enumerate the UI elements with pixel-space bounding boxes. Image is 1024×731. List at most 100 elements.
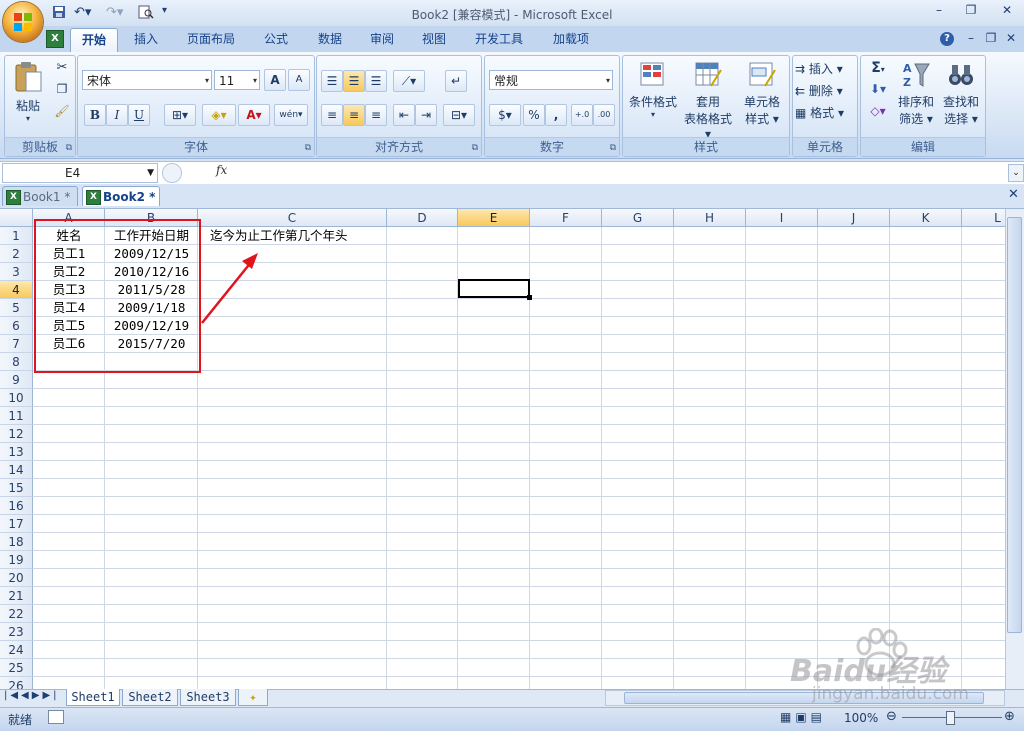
decrease-indent-icon[interactable]: ⇤	[393, 104, 415, 126]
sort-filter-button[interactable]: AZ 排序和 筛选 ▾	[895, 60, 937, 127]
orientation-icon[interactable]: ⟋▾	[393, 70, 425, 92]
tab-add-ins[interactable]: 加载项	[544, 28, 598, 50]
tab-page-layout[interactable]: 页面布局	[180, 28, 242, 50]
alignment-launcher-icon[interactable]: ⧉	[472, 143, 478, 153]
column-header-k[interactable]: K	[890, 209, 962, 227]
column-header-f[interactable]: F	[530, 209, 602, 227]
accounting-format-icon[interactable]: $▾	[489, 104, 521, 126]
grow-font-button[interactable]: A	[264, 69, 286, 91]
workbook-tab-book2[interactable]: X Book2 *	[82, 186, 160, 206]
row-header-19[interactable]: 19	[0, 551, 33, 569]
help-icon[interactable]: ?	[940, 32, 954, 46]
row-header-5[interactable]: 5	[0, 299, 33, 317]
autosum-button[interactable]: Σ▾	[865, 60, 891, 76]
row-header-24[interactable]: 24	[0, 641, 33, 659]
delete-cells-button[interactable]: ⇇ 删除 ▾	[795, 82, 855, 99]
active-cell-cursor[interactable]	[458, 279, 532, 300]
align-top-icon[interactable]: ☰	[321, 70, 343, 92]
row-header-4[interactable]: 4	[0, 281, 33, 299]
formula-bar-resize-handle[interactable]	[162, 163, 182, 183]
close-workbook-icon[interactable]: ✕	[1008, 187, 1019, 202]
format-painter-icon[interactable]: 🖌	[53, 104, 71, 118]
paste-button[interactable]: 粘贴 ▾	[9, 60, 47, 130]
row-header-21[interactable]: 21	[0, 587, 33, 605]
increase-indent-icon[interactable]: ⇥	[415, 104, 437, 126]
row-header-9[interactable]: 9	[0, 371, 33, 389]
underline-button[interactable]: U	[128, 104, 150, 126]
select-all-corner[interactable]	[0, 209, 33, 227]
align-center-icon[interactable]: ≡	[343, 104, 365, 126]
clipboard-launcher-icon[interactable]: ⧉	[66, 143, 72, 153]
worksheet-grid[interactable]: A B C D E F G H I J K L 1 2 3 4 5 6 7 8 9 10 11 12 13 14 15 16 17 18 1…	[0, 209, 1005, 689]
phonetic-guide-button[interactable]: wén▾	[274, 104, 308, 126]
bold-button[interactable]: B	[84, 104, 106, 126]
row-header-14[interactable]: 14	[0, 461, 33, 479]
sheet-tab-sheet3[interactable]: Sheet3	[180, 689, 236, 706]
row-header-13[interactable]: 13	[0, 443, 33, 461]
row-header-18[interactable]: 18	[0, 533, 33, 551]
row-header-17[interactable]: 17	[0, 515, 33, 533]
align-middle-icon[interactable]: ☰	[343, 70, 365, 92]
number-format-combo[interactable]: 常规 ▾	[489, 70, 613, 90]
office-button[interactable]	[3, 2, 43, 42]
column-header-g[interactable]: G	[602, 209, 674, 227]
shrink-font-button[interactable]: A	[288, 69, 310, 91]
align-bottom-icon[interactable]: ☰	[365, 70, 387, 92]
copy-icon[interactable]: ❐	[53, 82, 71, 96]
column-header-d[interactable]: D	[387, 209, 458, 227]
row-header-8[interactable]: 8	[0, 353, 33, 371]
column-header-c[interactable]: C	[198, 209, 387, 227]
increase-decimal-button[interactable]: +.0	[571, 104, 593, 126]
row-header-10[interactable]: 10	[0, 389, 33, 407]
fill-icon[interactable]: ⬇▾	[865, 82, 891, 96]
vertical-scroll-thumb[interactable]	[1007, 217, 1022, 633]
cell-styles-button[interactable]: 单元格 样式 ▾	[737, 60, 787, 127]
italic-button[interactable]: I	[106, 104, 128, 126]
column-header-e[interactable]: E	[458, 209, 530, 227]
minimize-button[interactable]: –	[928, 3, 950, 19]
row-header-12[interactable]: 12	[0, 425, 33, 443]
row-header-11[interactable]: 11	[0, 407, 33, 425]
insert-function-button[interactable]: fx	[216, 163, 227, 177]
row-header-2[interactable]: 2	[0, 245, 33, 263]
view-buttons-icon[interactable]: ▦▣▤	[780, 710, 838, 726]
row-header-3[interactable]: 3	[0, 263, 33, 281]
wrap-text-icon[interactable]: ↵	[445, 70, 467, 92]
row-header-26[interactable]: 26	[0, 677, 33, 689]
tab-data[interactable]: 数据	[308, 28, 352, 50]
name-box-dropdown-icon[interactable]: ▼	[147, 164, 154, 182]
row-header-22[interactable]: 22	[0, 605, 33, 623]
tab-formulas[interactable]: 公式	[254, 28, 298, 50]
doc-restore-button[interactable]: ❐	[980, 31, 1002, 47]
row-header-1[interactable]: 1	[0, 227, 33, 245]
excel-icon[interactable]: X	[46, 30, 64, 48]
merge-center-icon[interactable]: ⊟▾	[443, 104, 475, 126]
column-header-i[interactable]: I	[746, 209, 818, 227]
row-header-25[interactable]: 25	[0, 659, 33, 677]
format-cells-button[interactable]: ▦ 格式 ▾	[795, 104, 855, 121]
close-button[interactable]: ✕	[996, 3, 1018, 19]
number-launcher-icon[interactable]: ⧉	[610, 143, 616, 153]
workbook-tab-book1[interactable]: X Book1 *	[2, 186, 78, 206]
zoom-in-icon[interactable]: ⊕	[1004, 709, 1015, 724]
decrease-decimal-button[interactable]: .00	[593, 104, 615, 126]
name-box[interactable]: E4 ▼	[2, 163, 158, 183]
font-launcher-icon[interactable]: ⧉	[305, 143, 311, 153]
column-header-j[interactable]: J	[818, 209, 890, 227]
align-left-icon[interactable]: ≡	[321, 104, 343, 126]
sheet-tab-sheet2[interactable]: Sheet2	[122, 689, 178, 706]
cell-c1[interactable]: 迄今为止工作第几个年头	[210, 227, 470, 245]
font-size-combo[interactable]: 11 ▾	[214, 70, 260, 90]
row-header-6[interactable]: 6	[0, 317, 33, 335]
percent-button[interactable]: %	[523, 104, 545, 126]
column-header-h[interactable]: H	[674, 209, 746, 227]
format-as-table-button[interactable]: 套用 表格格式 ▾	[681, 60, 735, 141]
sheet-tab-sheet1[interactable]: Sheet1	[66, 689, 120, 706]
macro-record-icon[interactable]	[48, 710, 64, 724]
font-color-icon[interactable]: A▾	[238, 104, 270, 126]
formula-input[interactable]	[236, 163, 1004, 181]
conditional-format-button[interactable]: 条件格式 ▾	[625, 60, 681, 119]
row-header-23[interactable]: 23	[0, 623, 33, 641]
tab-developer[interactable]: 开发工具	[466, 28, 532, 50]
sheet-nav-arrows-icon[interactable]: |◀◀▶▶|	[4, 690, 60, 701]
